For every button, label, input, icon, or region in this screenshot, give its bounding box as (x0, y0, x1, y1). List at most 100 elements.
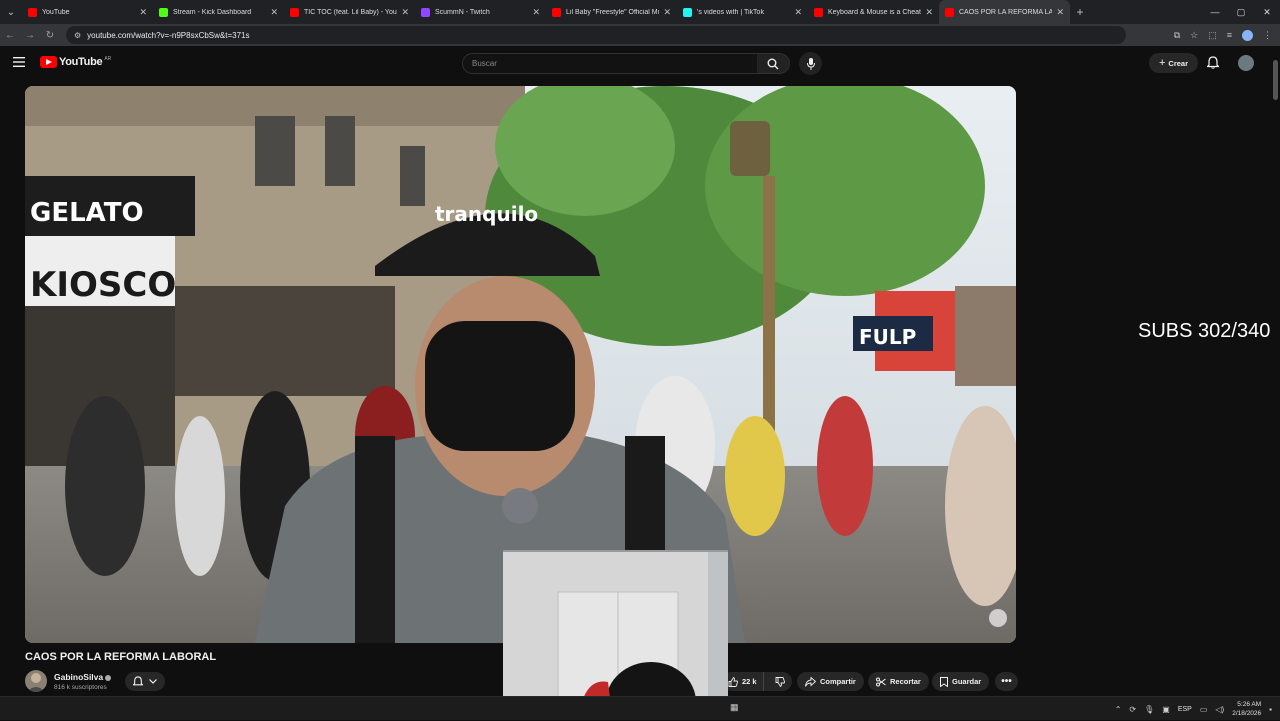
clock-time: 5:26 AM (1237, 701, 1262, 708)
dislike-button[interactable] (768, 672, 792, 691)
save-label: Guardar (952, 677, 982, 686)
webcam-image (503, 552, 728, 720)
minimize-button[interactable]: — (1202, 7, 1228, 18)
tab-close-icon[interactable]: ✕ (1056, 7, 1064, 18)
clock-date: 2/18/2026 (1232, 710, 1262, 717)
like-button[interactable]: 22 k (722, 672, 764, 691)
svg-text:GELATO: GELATO (30, 198, 144, 228)
browser-tab[interactable]: ScummN - Twitch ✕ (415, 0, 546, 24)
url-input[interactable]: ⚙ youtube.com/watch?v=-n9P8sxCbSw&t=371s (66, 26, 1126, 44)
tab-favicon-icon (28, 7, 37, 17)
reload-icon[interactable]: ↻ (40, 30, 60, 41)
install-app-icon[interactable]: ⧉ (1174, 30, 1180, 41)
browser-tab[interactable]: Lil Baby "Freestyle" Official Music ✕ (546, 0, 677, 24)
chevron-down-icon (149, 679, 157, 684)
close-window-button[interactable]: ✕ (1254, 7, 1280, 18)
channel-name-link[interactable]: GabinoSilva (54, 672, 112, 682)
windows-taskbar: ▦ ⌃ ⟳ 🎙 ▣ ESP ▭ ◁) 5:26 AM 2/18/2026 ▪ (0, 696, 1280, 720)
youtube-logo[interactable]: YouTube AR (40, 56, 111, 68)
tray-overflow-chevron-icon[interactable]: ⌃ (1115, 705, 1122, 714)
bookmark-icon (940, 676, 948, 687)
microphone-icon (806, 57, 815, 70)
notifications-bell-icon[interactable] (1207, 56, 1219, 69)
scrollbar-thumb[interactable] (1273, 60, 1278, 100)
tab-close-icon[interactable]: ✕ (794, 7, 802, 18)
tab-favicon-icon (814, 7, 823, 17)
browser-tab[interactable]: Keyboard & Mouse is a Cheat C ✕ (808, 0, 939, 24)
tray-mic-icon[interactable]: 🎙 (1144, 705, 1154, 714)
tab-close-icon[interactable]: ✕ (663, 7, 671, 18)
tab-close-icon[interactable]: ✕ (401, 7, 409, 18)
profile-avatar[interactable] (1242, 29, 1253, 41)
search-button[interactable] (757, 53, 790, 74)
account-avatar[interactable] (1238, 55, 1254, 71)
subscription-notifications-button[interactable] (125, 672, 165, 691)
site-info-icon[interactable]: ⚙ (74, 31, 81, 40)
tab-close-icon[interactable]: ✕ (925, 7, 933, 18)
voice-search-button[interactable] (799, 52, 822, 75)
video-title: CAOS POR LA REFORMA LABORAL (25, 651, 217, 663)
new-tab-button[interactable]: + (1070, 5, 1090, 19)
channel-name: GabinoSilva (54, 672, 104, 682)
channel-avatar[interactable] (25, 670, 47, 692)
menu-hamburger-icon[interactable] (13, 57, 25, 67)
browser-menu-icon[interactable]: ⋮ (1263, 30, 1272, 41)
tray-app-icon[interactable]: ▣ (1162, 705, 1170, 714)
create-label: Crear (1168, 58, 1189, 68)
tab-close-icon[interactable]: ✕ (270, 7, 278, 18)
channel-subscriber-count: 816 k suscriptores (54, 684, 107, 691)
tray-sync-icon[interactable]: ⟳ (1129, 705, 1136, 714)
forward-icon[interactable]: → (20, 30, 40, 41)
tab-title: CAOS POR LA REFORMA LA (959, 8, 1053, 16)
maximize-button[interactable]: ▢ (1228, 7, 1254, 18)
save-button[interactable]: Guardar (932, 672, 990, 691)
verified-badge-icon (105, 674, 112, 681)
more-actions-button[interactable]: ••• (995, 672, 1018, 691)
media-controls-icon[interactable]: ≡ (1227, 30, 1232, 40)
taskbar-app-icon[interactable]: ▦ (730, 702, 744, 716)
streamer-webcam-overlay (503, 550, 728, 720)
search-input[interactable]: Buscar (462, 53, 758, 74)
tab-favicon-icon (159, 7, 168, 17)
thumbs-down-icon (775, 676, 785, 687)
share-button[interactable]: Compartir (797, 672, 864, 691)
browser-tab[interactable]: CAOS POR LA REFORMA LA ✕ (939, 0, 1070, 24)
clip-button[interactable]: Recortar (868, 672, 929, 691)
tab-favicon-icon (421, 7, 430, 17)
tab-search-icon[interactable]: ⌄ (0, 0, 22, 24)
browser-tab[interactable]: Stream - Kick Dashboard ✕ (153, 0, 284, 24)
taskbar-clock[interactable]: 5:26 AM 2/18/2026 (1232, 700, 1261, 718)
svg-text:FULP: FULP (859, 325, 916, 349)
youtube-header: YouTube AR Buscar + Crear (0, 46, 1280, 80)
more-horizontal-icon: ••• (1001, 676, 1012, 687)
browser-tab[interactable]: 's videos with | TikTok ✕ (677, 0, 808, 24)
extensions-icon[interactable]: ⬚ (1208, 30, 1217, 41)
tab-favicon-icon (290, 7, 299, 17)
language-indicator[interactable]: ESP (1178, 706, 1192, 713)
country-code: AR (104, 56, 112, 62)
browser-tab[interactable]: TIC TOC (feat. Lil Baby) - YouTube ✕ (284, 0, 415, 24)
tab-title: 's videos with | TikTok (697, 8, 764, 16)
bookmark-star-icon[interactable]: ☆ (1190, 30, 1198, 41)
back-icon[interactable]: ← (0, 30, 20, 41)
address-bar-actions: ⧉ ☆ ⬚ ≡ ⋮ (1174, 29, 1280, 41)
bell-icon (133, 676, 143, 686)
volume-icon[interactable]: ◁) (1215, 705, 1224, 714)
network-icon[interactable]: ▭ (1200, 705, 1208, 714)
scissors-icon (876, 677, 886, 686)
notifications-icon[interactable]: ▪ (1269, 705, 1272, 714)
tab-close-icon[interactable]: ✕ (532, 7, 540, 18)
tab-favicon-icon (552, 7, 561, 17)
tab-favicon-icon (945, 7, 954, 17)
url-text: youtube.com/watch?v=-n9P8sxCbSw&t=371s (87, 30, 250, 40)
system-tray: ⌃ ⟳ 🎙 ▣ ESP ▭ ◁) 5:26 AM 2/18/2026 ▪ (1115, 697, 1272, 721)
clip-label: Recortar (890, 677, 921, 686)
create-button[interactable]: + Crear (1149, 53, 1198, 73)
page-scrollbar[interactable] (1273, 56, 1278, 696)
search-icon (767, 58, 779, 69)
plus-icon: + (1158, 57, 1166, 69)
tab-close-icon[interactable]: ✕ (139, 7, 147, 18)
like-dislike-group: 22 k (722, 672, 792, 691)
browser-tab[interactable]: YouTube ✕ (22, 0, 153, 24)
tab-title: Lil Baby "Freestyle" Official Music (566, 8, 659, 16)
